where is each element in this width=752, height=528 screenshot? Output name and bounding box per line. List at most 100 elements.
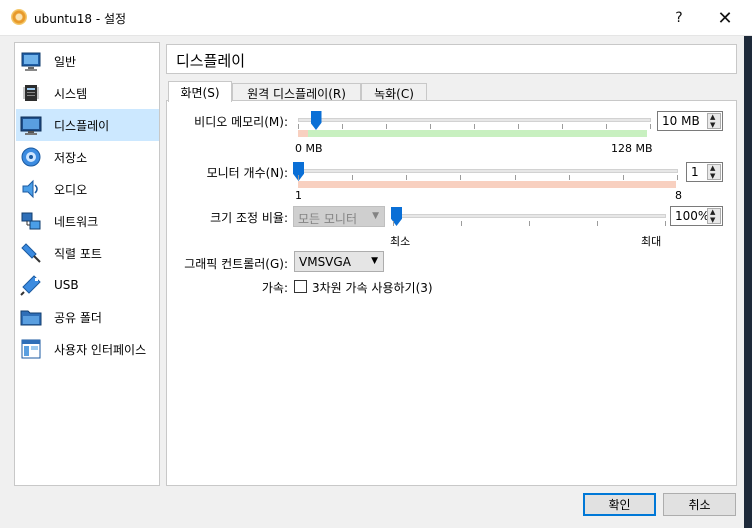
- video-memory-min-label: 0 MB: [295, 142, 323, 155]
- monitor-count-label: 모니터 개수(N):: [206, 166, 288, 180]
- sidebar-item-label: USB: [54, 278, 79, 292]
- monitor-count-max-label: 8: [675, 189, 682, 202]
- slider-tick: [569, 175, 570, 180]
- scale-factor-label: 크기 조정 비율:: [210, 211, 288, 225]
- slider-tick: [393, 221, 394, 226]
- slider-tick: [342, 124, 343, 129]
- slider-tick: [430, 124, 431, 129]
- acceleration-label: 가속:: [261, 281, 288, 295]
- window-title: ubuntu18 - 설정: [34, 12, 127, 26]
- virtualbox-app-icon: [11, 9, 27, 25]
- spin-up-icon[interactable]: ▲: [710, 209, 715, 216]
- slider-tick: [352, 175, 353, 180]
- video-memory-value: 10 MB: [662, 114, 700, 128]
- monitor-count-slider-track[interactable]: [298, 169, 678, 173]
- sidebar-item-label: 디스플레이: [54, 118, 110, 133]
- scale-factor-ticks: [393, 221, 666, 227]
- network-icon: [21, 212, 41, 230]
- slider-tick: [597, 221, 598, 226]
- video-memory-slider-track[interactable]: [298, 118, 651, 122]
- monitor-count-value: 1: [691, 165, 699, 179]
- sidebar-item-network[interactable]: 네트워크: [16, 205, 159, 237]
- scale-factor-spinbox[interactable]: 100% ▲ ▼: [670, 206, 723, 226]
- background-window-edge: [744, 36, 752, 528]
- spin-down-icon[interactable]: ▼: [710, 122, 715, 129]
- scale-monitor-combo: 모든 모니터 ▼: [293, 206, 385, 227]
- close-window-button[interactable]: ✕: [702, 0, 748, 36]
- page-header: 디스플레이: [166, 44, 737, 74]
- sidebar-item-display[interactable]: 디스플레이: [16, 109, 159, 141]
- graphics-controller-label: 그래픽 컨트롤러(G):: [184, 257, 288, 271]
- general-icon: [21, 52, 41, 71]
- 3d-acceleration-checkbox-label[interactable]: 3차원 가속 사용하기(3): [312, 279, 433, 296]
- sidebar-item-label: 일반: [54, 54, 77, 69]
- title-bar: ubuntu18 - 설정 ? ✕: [0, 0, 752, 36]
- spin-down-icon[interactable]: ▼: [710, 173, 715, 180]
- scale-factor-stepper[interactable]: ▲ ▼: [707, 208, 721, 224]
- scale-factor-max-label: 최대: [641, 235, 662, 248]
- slider-tick: [515, 175, 516, 180]
- 3d-acceleration-checkbox[interactable]: [294, 280, 307, 293]
- storage-icon: [21, 147, 41, 167]
- sidebar-item-system[interactable]: 시스템: [16, 77, 159, 109]
- sidebar-item-shared-folder[interactable]: 공유 폴더: [16, 301, 159, 333]
- sidebar-item-label: 직렬 포트: [54, 246, 102, 261]
- user-interface-icon: [21, 339, 41, 359]
- video-memory-warning-range: [298, 130, 308, 137]
- monitor-count-spinbox[interactable]: 1 ▲ ▼: [686, 162, 723, 182]
- cancel-button[interactable]: 취소: [663, 493, 736, 516]
- slider-tick: [623, 175, 624, 180]
- usb-icon: [20, 275, 41, 296]
- sidebar-item-label: 공유 폴더: [54, 310, 102, 325]
- slider-tick: [665, 221, 666, 226]
- slider-tick: [529, 221, 530, 226]
- monitor-count-warning-range: [298, 181, 676, 188]
- page-title: 디스플레이: [176, 52, 246, 70]
- monitor-count-stepper[interactable]: ▲ ▼: [707, 164, 721, 180]
- serial-port-icon: [21, 243, 41, 263]
- spin-up-icon[interactable]: ▲: [710, 114, 715, 121]
- shared-folder-icon: [20, 310, 42, 326]
- scale-monitor-value: 모든 모니터: [298, 212, 358, 226]
- sidebar-item-user-interface[interactable]: 사용자 인터페이스: [16, 333, 159, 365]
- slider-tick: [650, 124, 651, 129]
- sidebar-item-label: 시스템: [54, 86, 88, 101]
- scale-factor-slider-track[interactable]: [393, 214, 666, 218]
- ok-button[interactable]: 확인: [583, 493, 656, 516]
- slider-tick: [298, 175, 299, 180]
- sidebar-item-label: 네트워크: [54, 214, 99, 229]
- spin-down-icon[interactable]: ▼: [710, 217, 715, 224]
- sidebar-item-label: 저장소: [54, 150, 88, 165]
- spin-up-icon[interactable]: ▲: [710, 165, 715, 172]
- help-button[interactable]: ?: [656, 0, 702, 36]
- scale-factor-value: 100%: [675, 209, 710, 223]
- slider-tick: [677, 175, 678, 180]
- slider-tick: [460, 175, 461, 180]
- sidebar-item-label: 오디오: [54, 182, 88, 197]
- video-memory-stepper[interactable]: ▲ ▼: [707, 113, 721, 129]
- scale-factor-min-label: 최소: [390, 235, 411, 248]
- sidebar-item-general[interactable]: 일반: [16, 45, 159, 77]
- monitor-count-min-label: 1: [295, 189, 302, 202]
- video-memory-label: 비디오 메모리(M):: [194, 115, 288, 129]
- sidebar-item-storage[interactable]: 저장소: [16, 141, 159, 173]
- slider-tick: [461, 221, 462, 226]
- display-icon: [20, 116, 42, 135]
- sidebar-item-audio[interactable]: 오디오: [16, 173, 159, 205]
- slider-tick: [606, 124, 607, 129]
- chevron-down-icon: ▼: [371, 256, 378, 266]
- slider-tick: [406, 175, 407, 180]
- chevron-down-icon: ▼: [372, 211, 379, 221]
- slider-tick: [562, 124, 563, 129]
- slider-tick: [518, 124, 519, 129]
- sidebar-item-serial-port[interactable]: 직렬 포트: [16, 237, 159, 269]
- graphics-controller-value: VMSVGA: [299, 255, 351, 269]
- system-icon: [23, 85, 39, 101]
- tab-screen[interactable]: 화면(S): [168, 81, 232, 102]
- slider-tick: [386, 124, 387, 129]
- sidebar-item-usb[interactable]: USB: [16, 269, 159, 301]
- video-memory-spinbox[interactable]: 10 MB ▲ ▼: [657, 111, 723, 131]
- slider-tick: [298, 124, 299, 129]
- graphics-controller-select[interactable]: VMSVGA ▼: [294, 251, 384, 272]
- sidebar-item-label: 사용자 인터페이스: [54, 342, 147, 357]
